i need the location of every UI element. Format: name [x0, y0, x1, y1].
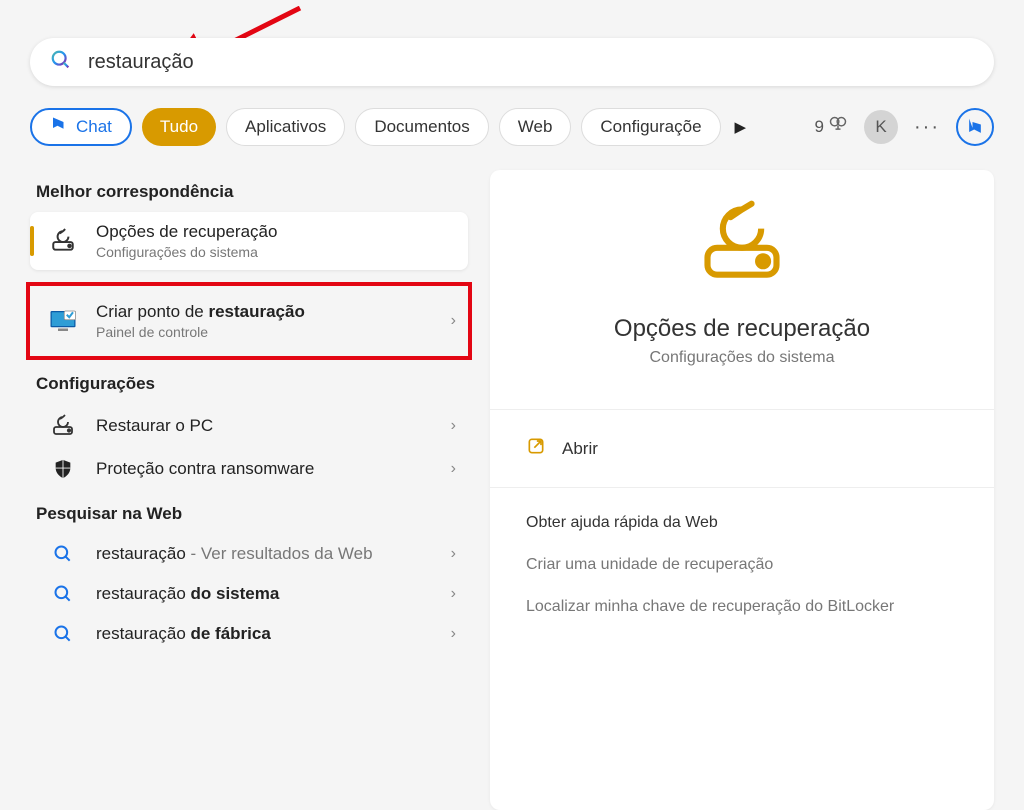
result-title: Restaurar o PC [96, 416, 433, 436]
tab-all[interactable]: Tudo [142, 108, 216, 146]
avatar[interactable]: K [864, 110, 898, 144]
text-bold: restauração [208, 302, 304, 321]
section-web-search: Pesquisar na Web [36, 504, 468, 524]
divider [490, 409, 994, 410]
chevron-right-icon: › [451, 625, 456, 643]
text-bold: do sistema [191, 584, 280, 603]
tab-chat[interactable]: Chat [30, 108, 132, 146]
result-subtitle: Configurações do sistema [96, 244, 456, 260]
bing-sidebar-button[interactable] [956, 108, 994, 146]
results-column: Melhor correspondência Opções de recuper… [30, 170, 468, 810]
tab-settings-label: Configuraçõe [600, 117, 701, 137]
result-ransomware[interactable]: Proteção contra ransomware › [30, 448, 468, 490]
help-link-bitlocker[interactable]: Localizar minha chave de recuperação do … [526, 586, 958, 628]
open-label: Abrir [562, 439, 598, 459]
recovery-icon [48, 228, 78, 254]
open-action[interactable]: Abrir [526, 422, 958, 475]
search-icon [48, 624, 78, 644]
result-title: Criar ponto de restauração [96, 302, 433, 322]
text-part: restauração [96, 544, 186, 563]
text-part: restauração [96, 584, 191, 603]
section-settings: Configurações [36, 374, 468, 394]
result-restore-point[interactable]: Criar ponto de restauração Painel de con… [30, 286, 468, 356]
rewards-badge[interactable]: 9 [815, 115, 848, 140]
search-icon [48, 584, 78, 604]
result-title: Opções de recuperação [96, 222, 456, 242]
chevron-right-icon: › [451, 312, 456, 330]
text-hint: - Ver resultados da Web [186, 544, 373, 563]
tab-all-label: Tudo [160, 117, 198, 137]
detail-pane: Opções de recuperação Configurações do s… [490, 170, 994, 810]
result-web-fabrica[interactable]: restauração de fábrica › [30, 614, 468, 654]
section-best-match: Melhor correspondência [36, 182, 468, 202]
tab-apps-label: Aplicativos [245, 117, 326, 137]
result-web-sistema[interactable]: restauração do sistema › [30, 574, 468, 614]
chevron-right-icon: › [451, 585, 456, 603]
overflow-menu-icon[interactable]: ··· [914, 116, 940, 139]
bing-chat-icon [50, 116, 68, 139]
text-bold: de fábrica [191, 624, 271, 643]
shield-icon [48, 458, 78, 480]
divider [490, 487, 994, 488]
avatar-initial: K [875, 117, 886, 137]
text-part: restauração [96, 624, 191, 643]
text-part: Criar ponto de [96, 302, 208, 321]
tab-chat-label: Chat [76, 117, 112, 137]
tab-web-label: Web [518, 117, 553, 137]
rewards-count: 9 [815, 117, 824, 137]
search-icon [50, 49, 72, 76]
result-recovery-options[interactable]: Opções de recuperação Configurações do s… [30, 212, 468, 270]
result-title: Proteção contra ransomware [96, 459, 433, 479]
result-title: restauração de fábrica [96, 624, 433, 644]
search-icon [48, 544, 78, 564]
open-external-icon [526, 436, 546, 461]
tab-docs-label: Documentos [374, 117, 469, 137]
result-title: restauração do sistema [96, 584, 433, 604]
help-link-recovery-drive[interactable]: Criar uma unidade de recuperação [526, 544, 958, 586]
filter-row: Chat Tudo Aplicativos Documentos Web Con… [30, 104, 994, 150]
result-title: restauração - Ver resultados da Web [96, 544, 433, 564]
detail-subtitle: Configurações do sistema [650, 349, 835, 367]
more-tabs-icon[interactable]: ▶ [735, 118, 747, 136]
tab-apps[interactable]: Aplicativos [226, 108, 345, 146]
reset-pc-icon [48, 414, 78, 438]
recovery-large-icon [696, 198, 788, 295]
web-help-heading: Obter ajuda rápida da Web [526, 514, 958, 532]
search-input[interactable] [88, 51, 974, 74]
chevron-right-icon: › [451, 545, 456, 563]
tab-docs[interactable]: Documentos [355, 108, 488, 146]
detail-title: Opções de recuperação [614, 315, 870, 343]
trophy-icon [828, 115, 848, 140]
tab-settings[interactable]: Configuraçõe [581, 108, 720, 146]
tab-web[interactable]: Web [499, 108, 572, 146]
result-reset-pc[interactable]: Restaurar o PC › [30, 404, 468, 448]
monitor-icon [48, 306, 78, 336]
chevron-right-icon: › [451, 460, 456, 478]
search-bar[interactable] [30, 38, 994, 86]
result-subtitle: Painel de controle [96, 324, 433, 340]
result-web-restauracao[interactable]: restauração - Ver resultados da Web › [30, 534, 468, 574]
chevron-right-icon: › [451, 417, 456, 435]
